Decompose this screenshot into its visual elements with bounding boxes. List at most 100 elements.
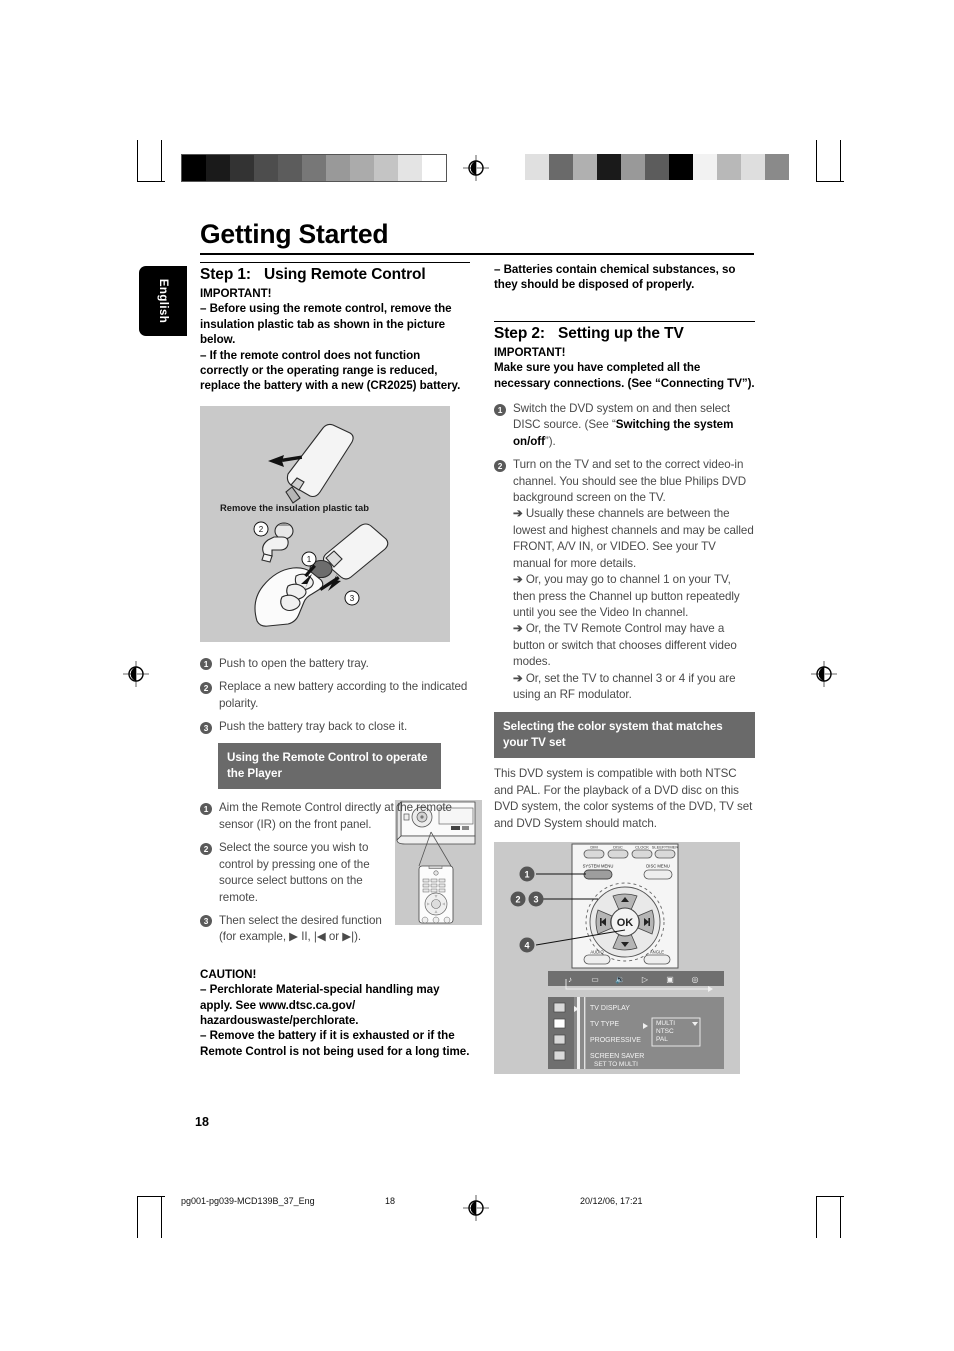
- using-remote-heading: Using the Remote Control to operate the …: [218, 743, 441, 790]
- right-column: – Batteries contain chemical substances,…: [494, 262, 755, 1074]
- left-column: Step 1: Using Remote Control IMPORTANT! –…: [200, 262, 482, 1059]
- title-divider: [200, 253, 754, 255]
- step-bullet: 2: [494, 459, 506, 472]
- color-system-heading: Selecting the color system that matches …: [494, 712, 755, 759]
- step2-divider: [494, 320, 755, 322]
- osd-row-progressive: PROGRESSIVE: [590, 1037, 641, 1044]
- arrow-note: ➔ Usually these channels are between the…: [513, 506, 755, 572]
- svg-text:3: 3: [533, 895, 538, 905]
- system-menu-button: [583, 869, 613, 880]
- list-item-text: Turn on the TV and set to the correct vi…: [513, 458, 747, 505]
- osd-icon-video: ▣: [666, 975, 674, 984]
- svg-text:AUDIO: AUDIO: [590, 949, 604, 954]
- page-title: Getting Started: [200, 219, 389, 249]
- osd-row-tv-display: TV DISPLAY: [590, 1005, 630, 1012]
- arrow-note-text: Or, the TV Remote Control may have a but…: [513, 622, 737, 669]
- svg-text:3: 3: [350, 594, 355, 603]
- caution-block: CAUTION! – Perchlorate Material-special …: [200, 967, 470, 1059]
- svg-text:CLOCK: CLOCK: [635, 845, 649, 850]
- caution-label: CAUTION!: [200, 967, 257, 981]
- figure-battery-caption: Remove the insulation plastic tab: [220, 501, 369, 513]
- language-tab: English: [139, 266, 187, 336]
- svg-text:SYSTEM MENU: SYSTEM MENU: [583, 864, 614, 869]
- list-item-text: Aim the Remote Control directly at the r…: [219, 801, 452, 831]
- svg-text:DISC MENU: DISC MENU: [646, 864, 670, 869]
- step1-important-bullet-1: – Before using the remote control, remov…: [200, 302, 452, 347]
- svg-text:DIM: DIM: [590, 845, 597, 850]
- using-remote-section: 1 Aim the Remote Control directly at the…: [200, 800, 482, 946]
- svg-text:DISC: DISC: [613, 845, 623, 850]
- manual-page: English Getting Started Step 1: Using Rem…: [0, 0, 954, 1351]
- caution-bullet-1: – Perchlorate Material-special handling …: [200, 983, 440, 1027]
- list-item: 3 Push the battery tray back to close it…: [200, 719, 470, 735]
- tv-setup-drawing: DIM DISC CLOCK SLEEP/TIMER SYSTEM MENU D…: [510, 843, 724, 1069]
- list-item: 3 Then select the desired function (for …: [200, 913, 397, 946]
- svg-text:2: 2: [515, 895, 520, 905]
- step2-important-text: Make sure you have completed all the nec…: [494, 361, 755, 390]
- list-item: 2 Select the source you wish to control …: [200, 840, 397, 906]
- arrow-icon: ➔: [513, 671, 523, 685]
- list-item: 2 Replace a new battery according to the…: [200, 679, 470, 712]
- step2-important-label: IMPORTANT!: [494, 345, 566, 359]
- step-bullet: 2: [200, 842, 212, 855]
- arrow-note-text: Usually these channels are between the l…: [513, 507, 754, 570]
- arrow-note: ➔ Or, you may go to channel 1 on your TV…: [513, 572, 755, 621]
- svg-text:SLEEP/TIMER: SLEEP/TIMER: [652, 845, 679, 850]
- step1-important-label: IMPORTANT!: [200, 287, 272, 300]
- step1-heading: Step 1: Using Remote Control: [200, 266, 470, 284]
- arrow-icon: ➔: [513, 573, 523, 587]
- svg-text:ANGLE: ANGLE: [650, 949, 664, 954]
- osd-icon-play: ▷: [642, 975, 649, 984]
- step-bullet: 1: [494, 403, 506, 416]
- list-item: 1 Switch the DVD system on and then selec…: [494, 401, 755, 450]
- osd-dropdown-option-ntsc: NTSC: [656, 1028, 674, 1035]
- step1-title: Using Remote Control: [263, 266, 426, 283]
- osd-icon-tv: ▭: [591, 975, 599, 984]
- step-bullet: 3: [200, 915, 212, 928]
- list-item-text: Replace a new battery according to the i…: [219, 680, 468, 710]
- list-item-text: Push to open the battery tray.: [219, 656, 369, 670]
- color-system-text: This DVD system is compatible with both …: [494, 767, 753, 830]
- step-bullet: 1: [200, 802, 212, 815]
- step2-label: Step 2:: [494, 324, 545, 342]
- arrow-icon: ➔: [513, 622, 523, 636]
- step1-important-bullet-2: – If the remote control does not functio…: [200, 348, 461, 393]
- svg-text:1: 1: [307, 555, 312, 564]
- osd-icon-disc: ♪: [568, 975, 572, 984]
- arrow-note-text: Or, set the TV to channel 3 or 4 if you …: [513, 671, 736, 701]
- osd-dropdown-option-pal: PAL: [656, 1036, 668, 1043]
- figure-tv-setup: DIM DISC CLOCK SLEEP/TIMER SYSTEM MENU D…: [494, 841, 740, 1074]
- osd-row-tv-type: TV TYPE: [590, 1021, 619, 1028]
- osd-row-screen-saver: SCREEN SAVER: [590, 1053, 644, 1060]
- battery-disposal-bullet: – Batteries contain chemical substances,…: [494, 263, 736, 292]
- arrow-note-text: Or, you may go to channel 1 on your TV, …: [513, 573, 740, 619]
- osd-dropdown-value: MULTI: [656, 1020, 675, 1027]
- remote-battery-drawing: 1 2 3: [253, 423, 389, 627]
- step-bullet: 1: [200, 658, 212, 671]
- svg-text:2: 2: [259, 525, 264, 534]
- list-item-text: Select the source you wish to control by…: [219, 841, 370, 904]
- osd-icon-audio: 🔉: [615, 975, 625, 984]
- tv-step1-after: ”).: [544, 434, 556, 448]
- caution-bullet-2: – Remove the battery if it is exhausted …: [200, 1029, 470, 1058]
- step-bullet: 2: [200, 681, 212, 694]
- list-item: 1 Push to open the battery tray.: [200, 656, 470, 672]
- step1-label: Step 1:: [200, 266, 251, 283]
- tv-steps-list: 1 Switch the DVD system on and then selec…: [494, 401, 755, 703]
- osd-status-text: SET TO MULTI: [594, 1061, 638, 1068]
- svg-text:4: 4: [524, 941, 529, 951]
- step1-divider: [200, 262, 470, 263]
- step2-title: Setting up the TV: [557, 324, 684, 342]
- list-item-text: Push the battery tray back to close it.: [219, 720, 408, 734]
- colophon-timestamp: 20/12/06, 17:21: [580, 1196, 643, 1206]
- battery-steps-list: 1 Push to open the battery tray. 2 Repla…: [200, 656, 470, 736]
- colophon-filename: pg001-pg039-MCD139B_37_Eng: [181, 1196, 315, 1206]
- step2-heading: Step 2: Setting up the TV: [494, 325, 755, 343]
- arrow-note: ➔ Or, the TV Remote Control may have a b…: [513, 621, 755, 670]
- arrow-icon: ➔: [513, 507, 523, 521]
- svg-text:1: 1: [524, 870, 529, 880]
- page-number: 18: [195, 1115, 209, 1129]
- step-bullet: 3: [200, 721, 212, 734]
- colophon-page: 18: [385, 1196, 396, 1206]
- ok-button-label: OK: [617, 917, 634, 929]
